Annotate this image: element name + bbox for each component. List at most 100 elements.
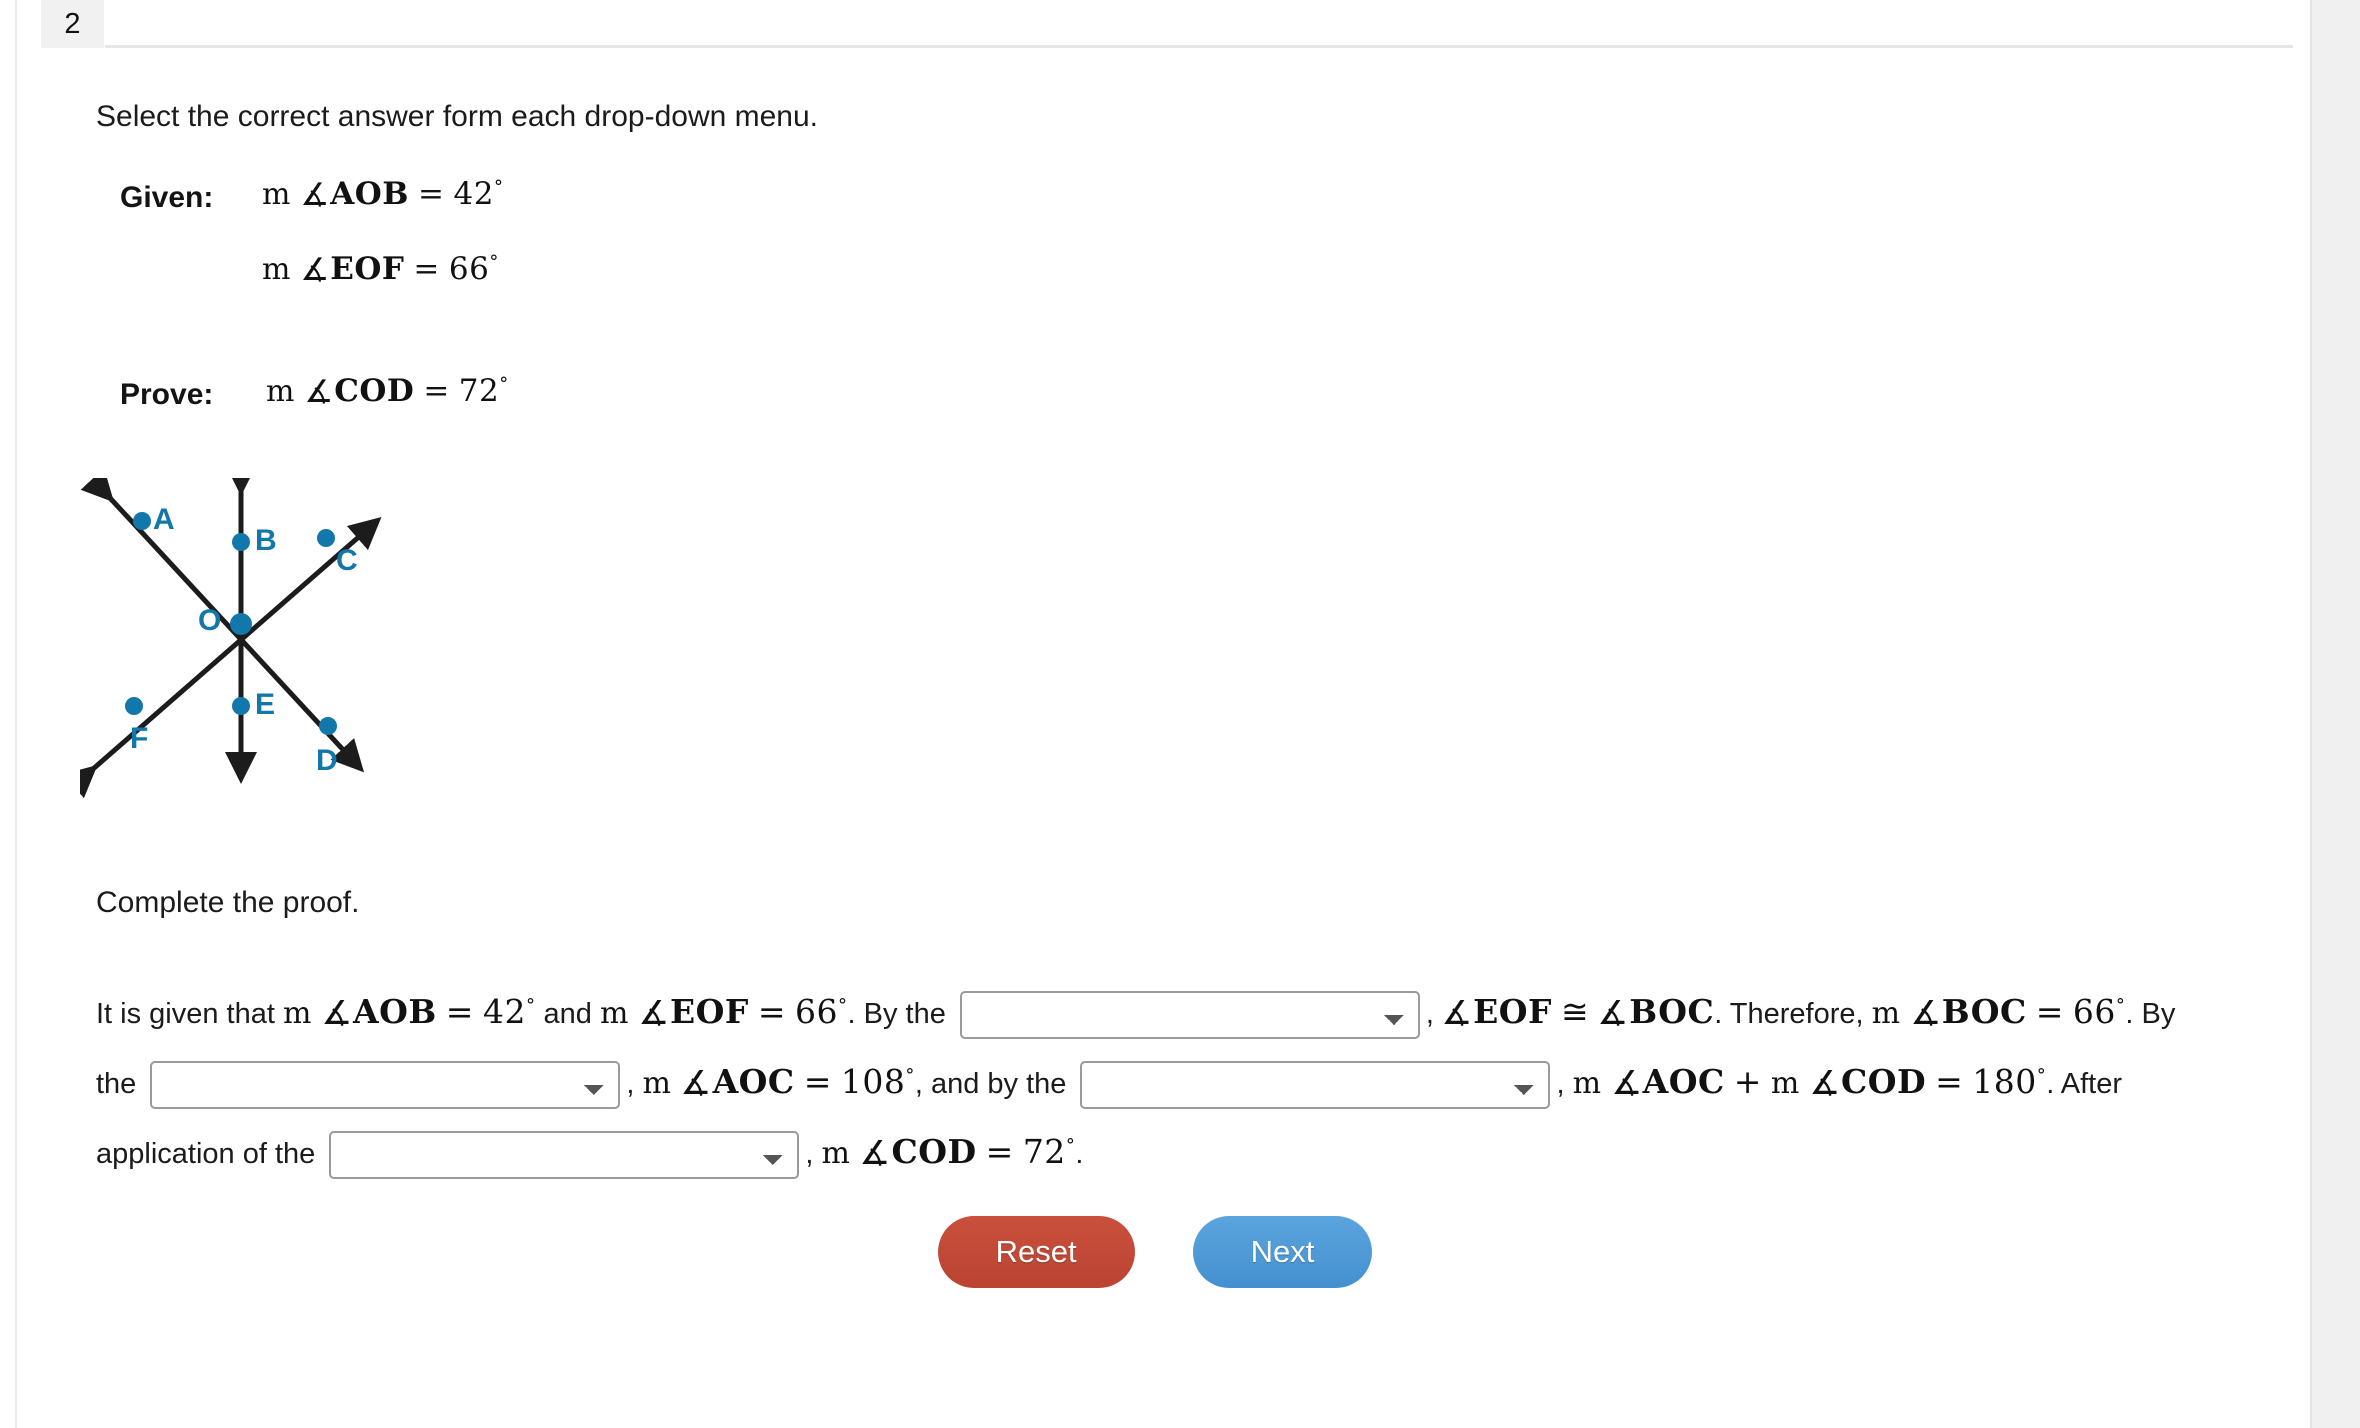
angle-points: EOF [1473,992,1552,1031]
proof-expr-cod: m ∡COD = 72° [821,1132,1076,1172]
angle-value: 108 [840,1062,906,1101]
angle-value: 66 [448,251,490,287]
degree-sign: ° [1065,1135,1076,1156]
equals-sign: = [413,251,440,287]
angle-icon: ∡ [1597,993,1629,1032]
point-f [125,697,143,715]
angle-points: COD [334,373,415,409]
angle-value: 180 [1972,1062,2037,1101]
equals-sign: = [757,992,786,1031]
angle-points: AOB [330,176,410,212]
proof-text-9: , [1556,1068,1565,1100]
point-label-e: E [255,688,276,721]
diagram-svg [62,464,382,799]
angle-points: AOB [353,992,437,1031]
tab-2[interactable]: 2 [41,0,104,48]
angle-points: COD [891,1132,977,1171]
tab-strip: 2 [19,0,2293,48]
point-c [317,529,335,547]
page-root: 2 Select the correct answer form each dr… [0,0,2360,1428]
point-label-a: A [153,503,175,536]
degree-sign: ° [489,251,499,273]
measure-symbol: m [266,374,295,409]
angle-icon: ∡ [638,993,670,1032]
angle-icon: ∡ [300,252,330,288]
next-button[interactable]: Next [1192,1216,1373,1288]
proof-expr-aoc: m ∡AOC = 108° [642,1062,915,1102]
button-row: Reset Next [0,1216,2310,1288]
point-o [230,613,252,635]
right-scroll-gutter[interactable] [2310,0,2360,1428]
given-line-2: m ∡EOF = 66° [262,251,499,288]
angle-value: 66 [795,992,838,1031]
angle-icon: ∡ [680,1063,713,1102]
angle-icon: ∡ [859,1133,892,1172]
proof-text-8: , and by the [914,1068,1067,1100]
degree-sign: ° [905,1065,915,1086]
instruction-text: Select the correct answer form each drop… [96,100,819,133]
equals-sign: = [803,1062,832,1101]
left-rail [0,0,17,1428]
given-line-1: m ∡AOB = 42° [262,176,504,213]
given-label: Given: [120,181,214,214]
point-label-b: B [255,524,277,557]
angle-points: AOC [1642,1062,1725,1101]
proof-text-1: It is given that [96,998,275,1030]
angle-points: AOC [712,1062,795,1101]
prove-label: Prove: [120,378,214,411]
congruent-sign: ≅ [1560,992,1590,1031]
proof-text-7: , [626,1068,635,1100]
prove-line-1: m ∡COD = 72° [266,373,509,410]
angle-value: 42 [453,176,494,212]
angle-points: EOF [670,992,749,1031]
proof-expr-linear-pair: m ∡AOC + m ∡COD = 180° [1572,1062,2047,1102]
degree-sign: ° [2115,995,2126,1016]
proof-congruence-statement: ∡EOF ≅ ∡BOC [1441,992,1715,1032]
angle-icon: ∡ [300,177,330,213]
reset-button[interactable]: Reset [937,1216,1135,1288]
proof-text-4: , [1425,998,1434,1030]
angle-points: BOC [1629,992,1715,1031]
equals-sign: = [423,373,450,409]
reason-dropdown-1[interactable] [959,991,1420,1040]
reason-dropdown-3[interactable] [1080,1061,1551,1110]
degree-sign: ° [493,176,504,198]
equals-sign: = [985,1132,1014,1171]
proof-text-11: , [805,1138,814,1170]
degree-sign: ° [838,995,848,1016]
angle-icon: ∡ [321,993,353,1032]
plus-sign: + [1733,1062,1762,1101]
point-b [232,533,250,551]
measure-symbol: m [1871,996,1901,1031]
equals-sign: = [445,992,474,1031]
measure-symbol: m [262,252,291,287]
reason-dropdown-4[interactable] [329,1131,800,1180]
angle-value: 42 [482,992,526,1031]
angle-icon: ∡ [304,374,334,410]
degree-sign: ° [525,995,536,1016]
proof-text-2: and [543,998,592,1030]
degree-sign: ° [2036,1065,2047,1086]
tab-label: 2 [64,7,81,40]
measure-symbol: m [642,1066,672,1101]
proof-text-5: . Therefore, [1714,998,1864,1030]
angle-icon: ∡ [1441,993,1473,1032]
point-d [319,717,337,735]
proof-paragraph: It is given that m ∡AOB = 42° and m ∡EOF = 66°… [96,978,2216,1188]
angle-icon: ∡ [1909,993,1942,1032]
proof-expr-eof: m ∡EOF = 66° [600,992,848,1032]
angle-icon: ∡ [1809,1063,1841,1102]
degree-sign: ° [499,373,509,395]
point-label-f: F [130,722,149,755]
reason-dropdown-2[interactable] [150,1061,621,1110]
measure-symbol: m [1572,1066,1602,1101]
measure-symbol: m [283,996,312,1031]
point-label-c: C [336,544,358,577]
equals-sign: = [2035,992,2064,1031]
point-label-d: D [316,744,338,777]
angle-points: BOC [1941,992,2027,1031]
tab-underline [105,45,2293,48]
complete-proof-heading: Complete the proof. [96,886,360,919]
proof-expr-aob: m ∡AOB = 42° [283,992,536,1032]
angle-icon: ∡ [1610,1063,1643,1102]
